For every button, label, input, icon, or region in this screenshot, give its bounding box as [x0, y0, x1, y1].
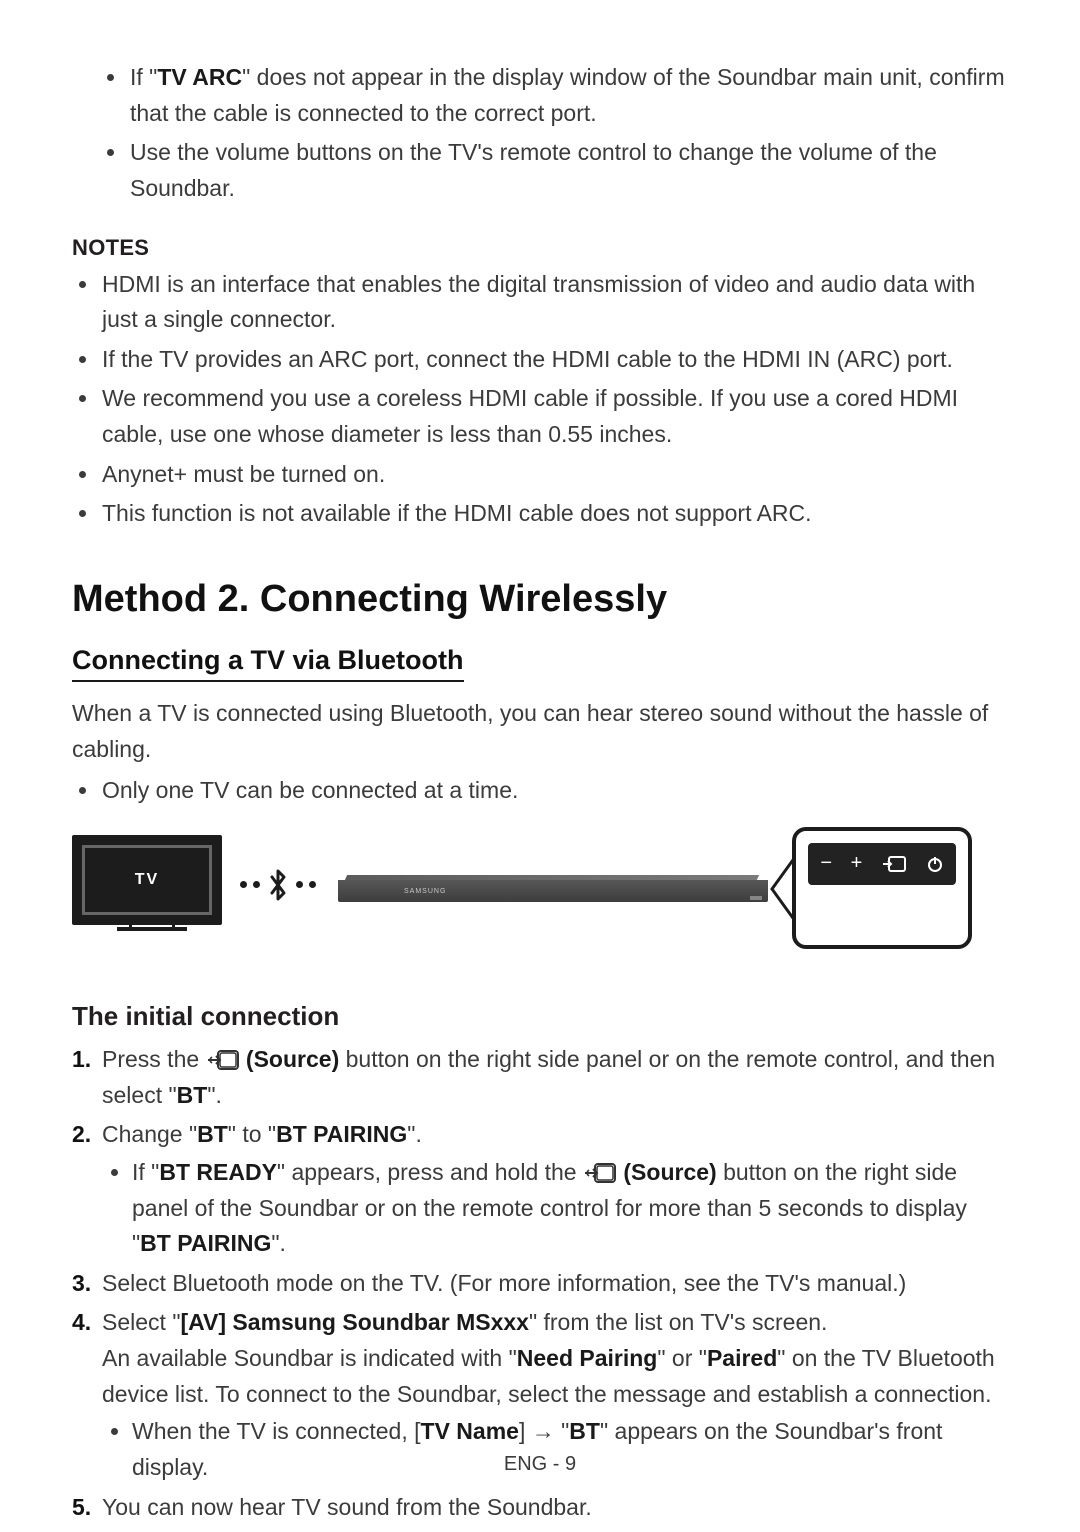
bluetooth-bullets: Only one TV can be connected at a time.	[100, 773, 1008, 809]
side-panel-graphic: − +	[792, 827, 972, 949]
bullet-tv-arc: If "TV ARC" does not appear in the displ…	[128, 60, 1008, 131]
notes-heading: NOTES	[72, 235, 1008, 261]
bluetooth-intro: When a TV is connected using Bluetooth, …	[72, 696, 1008, 767]
notes-list: HDMI is an interface that enables the di…	[100, 267, 1008, 532]
bluetooth-heading: Connecting a TV via Bluetooth	[72, 645, 464, 682]
step-1: Press the (Source) button on the right s…	[102, 1042, 1008, 1113]
page-content: If "TV ARC" does not appear in the displ…	[0, 0, 1080, 1525]
step-2: Change "BT" to "BT PAIRING". If "BT READ…	[102, 1117, 1008, 1262]
source-icon	[881, 855, 907, 873]
source-icon	[583, 1159, 617, 1181]
soundbar-graphic: SAMSUNG	[338, 875, 768, 907]
power-icon	[926, 855, 944, 873]
plus-icon: +	[851, 852, 863, 875]
tv-graphic: TV	[72, 835, 222, 925]
note-item: We recommend you use a coreless HDMI cab…	[100, 381, 1008, 452]
bluetooth-bullet: Only one TV can be connected at a time.	[100, 773, 1008, 809]
step-5: You can now hear TV sound from the Sound…	[102, 1490, 1008, 1526]
wireless-diagram: TV SAMSUNG − +	[72, 827, 1008, 957]
note-item: HDMI is an interface that enables the di…	[100, 267, 1008, 338]
bluetooth-icon	[240, 867, 316, 903]
tv-label: TV	[135, 871, 159, 889]
note-item: Anynet+ must be turned on.	[100, 457, 1008, 493]
step-3: Select Bluetooth mode on the TV. (For mo…	[102, 1266, 1008, 1302]
step-2-sub: If "BT READY" appears, press and hold th…	[132, 1155, 1008, 1262]
page-footer: ENG - 9	[0, 1453, 1080, 1476]
source-icon	[206, 1046, 240, 1068]
initial-connection-heading: The initial connection	[72, 1001, 1008, 1032]
note-item: This function is not available if the HD…	[100, 496, 1008, 532]
minus-icon: −	[820, 852, 832, 875]
top-bullet-list: If "TV ARC" does not appear in the displ…	[128, 60, 1008, 207]
bullet-volume: Use the volume buttons on the TV's remot…	[128, 135, 1008, 206]
method-title: Method 2. Connecting Wirelessly	[72, 578, 1008, 621]
note-item: If the TV provides an ARC port, connect …	[100, 342, 1008, 378]
